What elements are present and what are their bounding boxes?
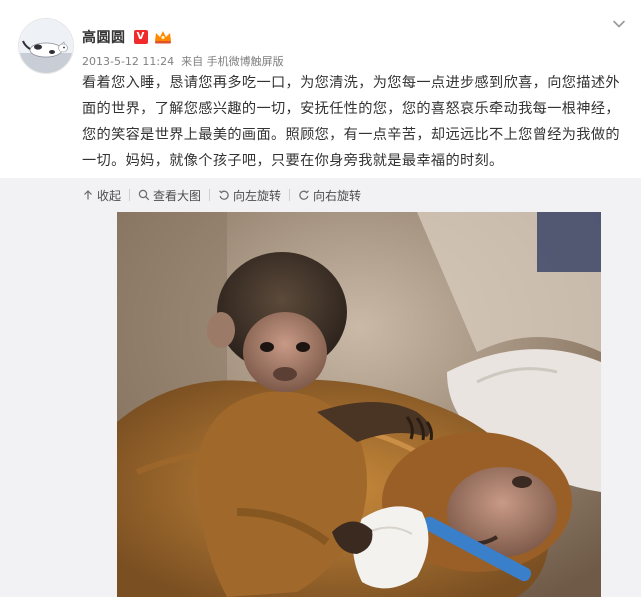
post-timestamp[interactable]: 2013-5-12 11:24 [82, 55, 174, 68]
view-large-button[interactable]: 查看大图 [138, 187, 201, 204]
weibo-post-card: 高圆圆 V 2013-5-12 11:24 来自 手机微博触屏版 看着您入睡，恳请… [0, 0, 641, 597]
crown-icon [154, 31, 171, 44]
user-avatar[interactable] [18, 18, 74, 74]
post-text: 看着您入睡，恳请您再多吃一口，为您清洗，为您每一点进步感到欣喜，向您描述外面的世… [82, 75, 620, 169]
monkeys-photo-icon [117, 212, 601, 597]
post-meta: 2013-5-12 11:24 来自 手机微博触屏版 [82, 53, 284, 69]
rotate-right-label: 向右旋转 [313, 188, 362, 203]
action-divider [129, 189, 131, 201]
media-panel: 收起 查看大图 向左旋转 向右旋转 [0, 178, 641, 597]
vip-verified-icon: V [133, 30, 148, 44]
view-large-label: 查看大图 [153, 188, 202, 203]
username-row: 高圆圆 V [82, 27, 172, 47]
collapse-label: 收起 [97, 188, 122, 203]
avatar-cat-icon [19, 19, 73, 73]
action-divider [289, 189, 291, 201]
chevron-down-icon[interactable] [611, 16, 627, 32]
rotate-left-button[interactable]: 向左旋转 [218, 187, 281, 204]
post-header: 高圆圆 V 2013-5-12 11:24 来自 手机微博触屏版 看着您入睡，恳请… [0, 0, 641, 178]
rotate-left-label: 向左旋转 [233, 188, 282, 203]
rotate-left-icon [219, 190, 229, 200]
source-prefix: 来自 [181, 55, 204, 68]
collapse-button[interactable]: 收起 [82, 187, 121, 204]
rotate-right-icon [299, 190, 309, 200]
post-photo[interactable] [117, 212, 601, 597]
post-source[interactable]: 手机微博触屏版 [207, 55, 284, 68]
rotate-right-button[interactable]: 向右旋转 [298, 187, 361, 204]
action-divider [209, 189, 211, 201]
magnifier-icon [138, 189, 150, 201]
username[interactable]: 高圆圆 [82, 27, 126, 47]
arrow-up-icon [84, 190, 92, 200]
image-actions-bar: 收起 查看大图 向左旋转 向右旋转 [82, 186, 361, 204]
